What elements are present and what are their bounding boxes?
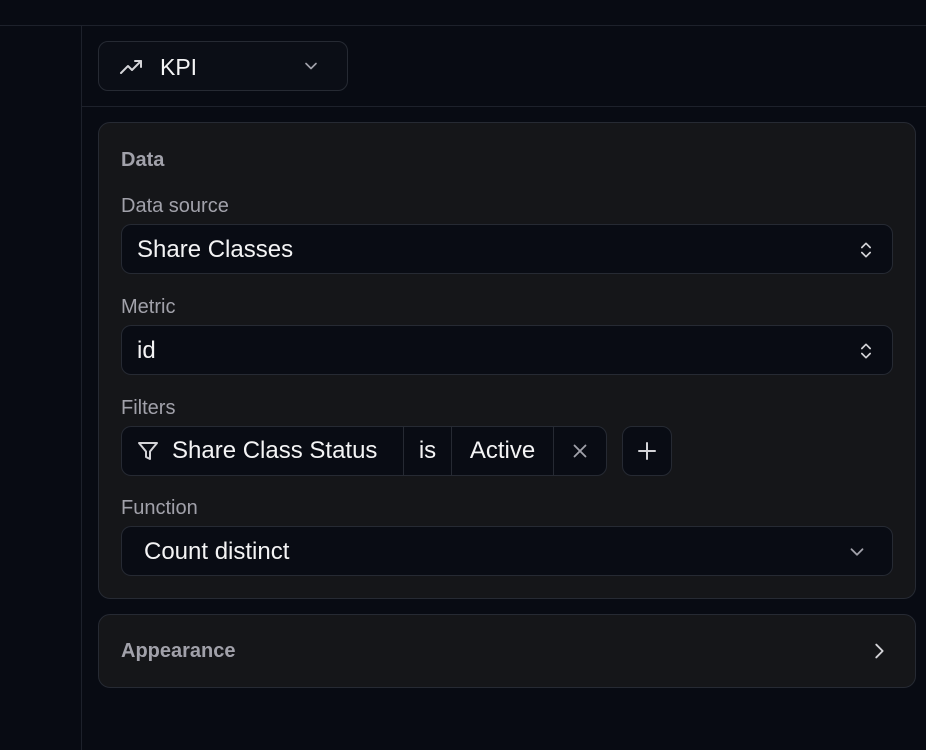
visualization-type-select[interactable]: KPI [98,41,348,91]
function-label: Function [121,497,198,519]
plus-icon [638,442,656,460]
data-source-label: Data source [121,195,229,217]
metric-select[interactable]: id [121,325,893,375]
close-icon [573,444,587,458]
filter-chip: Share Class Status is Active [121,426,607,476]
filter-value[interactable]: Active [452,427,554,475]
chevron-down-icon [850,548,864,556]
appearance-panel-toggle[interactable]: Appearance [98,614,916,688]
appearance-section-title: Appearance [121,640,236,662]
top-divider [0,25,926,26]
data-source-value: Share Classes [137,236,294,263]
remove-filter-button[interactable] [554,427,606,475]
filter-field[interactable]: Share Class Status [122,427,404,475]
trending-up-icon [120,60,142,74]
chevron-right-icon [875,643,884,659]
data-source-select[interactable]: Share Classes [121,224,893,274]
filter-field-label: Share Class Status [172,437,378,464]
chevrons-up-down-icon [861,343,871,359]
function-select[interactable]: Count distinct [121,526,893,576]
chevron-down-icon [305,62,317,70]
metric-label: Metric [121,296,176,318]
sidebar-divider [81,26,82,750]
metric-value: id [137,337,156,364]
add-filter-button[interactable] [622,426,672,476]
data-section-title: Data [121,149,165,171]
filter-operator[interactable]: is [404,427,452,475]
filter-icon [138,442,158,460]
visualization-type-label: KPI [160,54,198,80]
chevrons-up-down-icon [861,242,871,258]
header-divider [82,106,926,107]
filters-label: Filters [121,397,176,419]
function-value: Count distinct [144,538,290,565]
data-panel: Data Data source Share Classes Metric id… [98,122,916,599]
